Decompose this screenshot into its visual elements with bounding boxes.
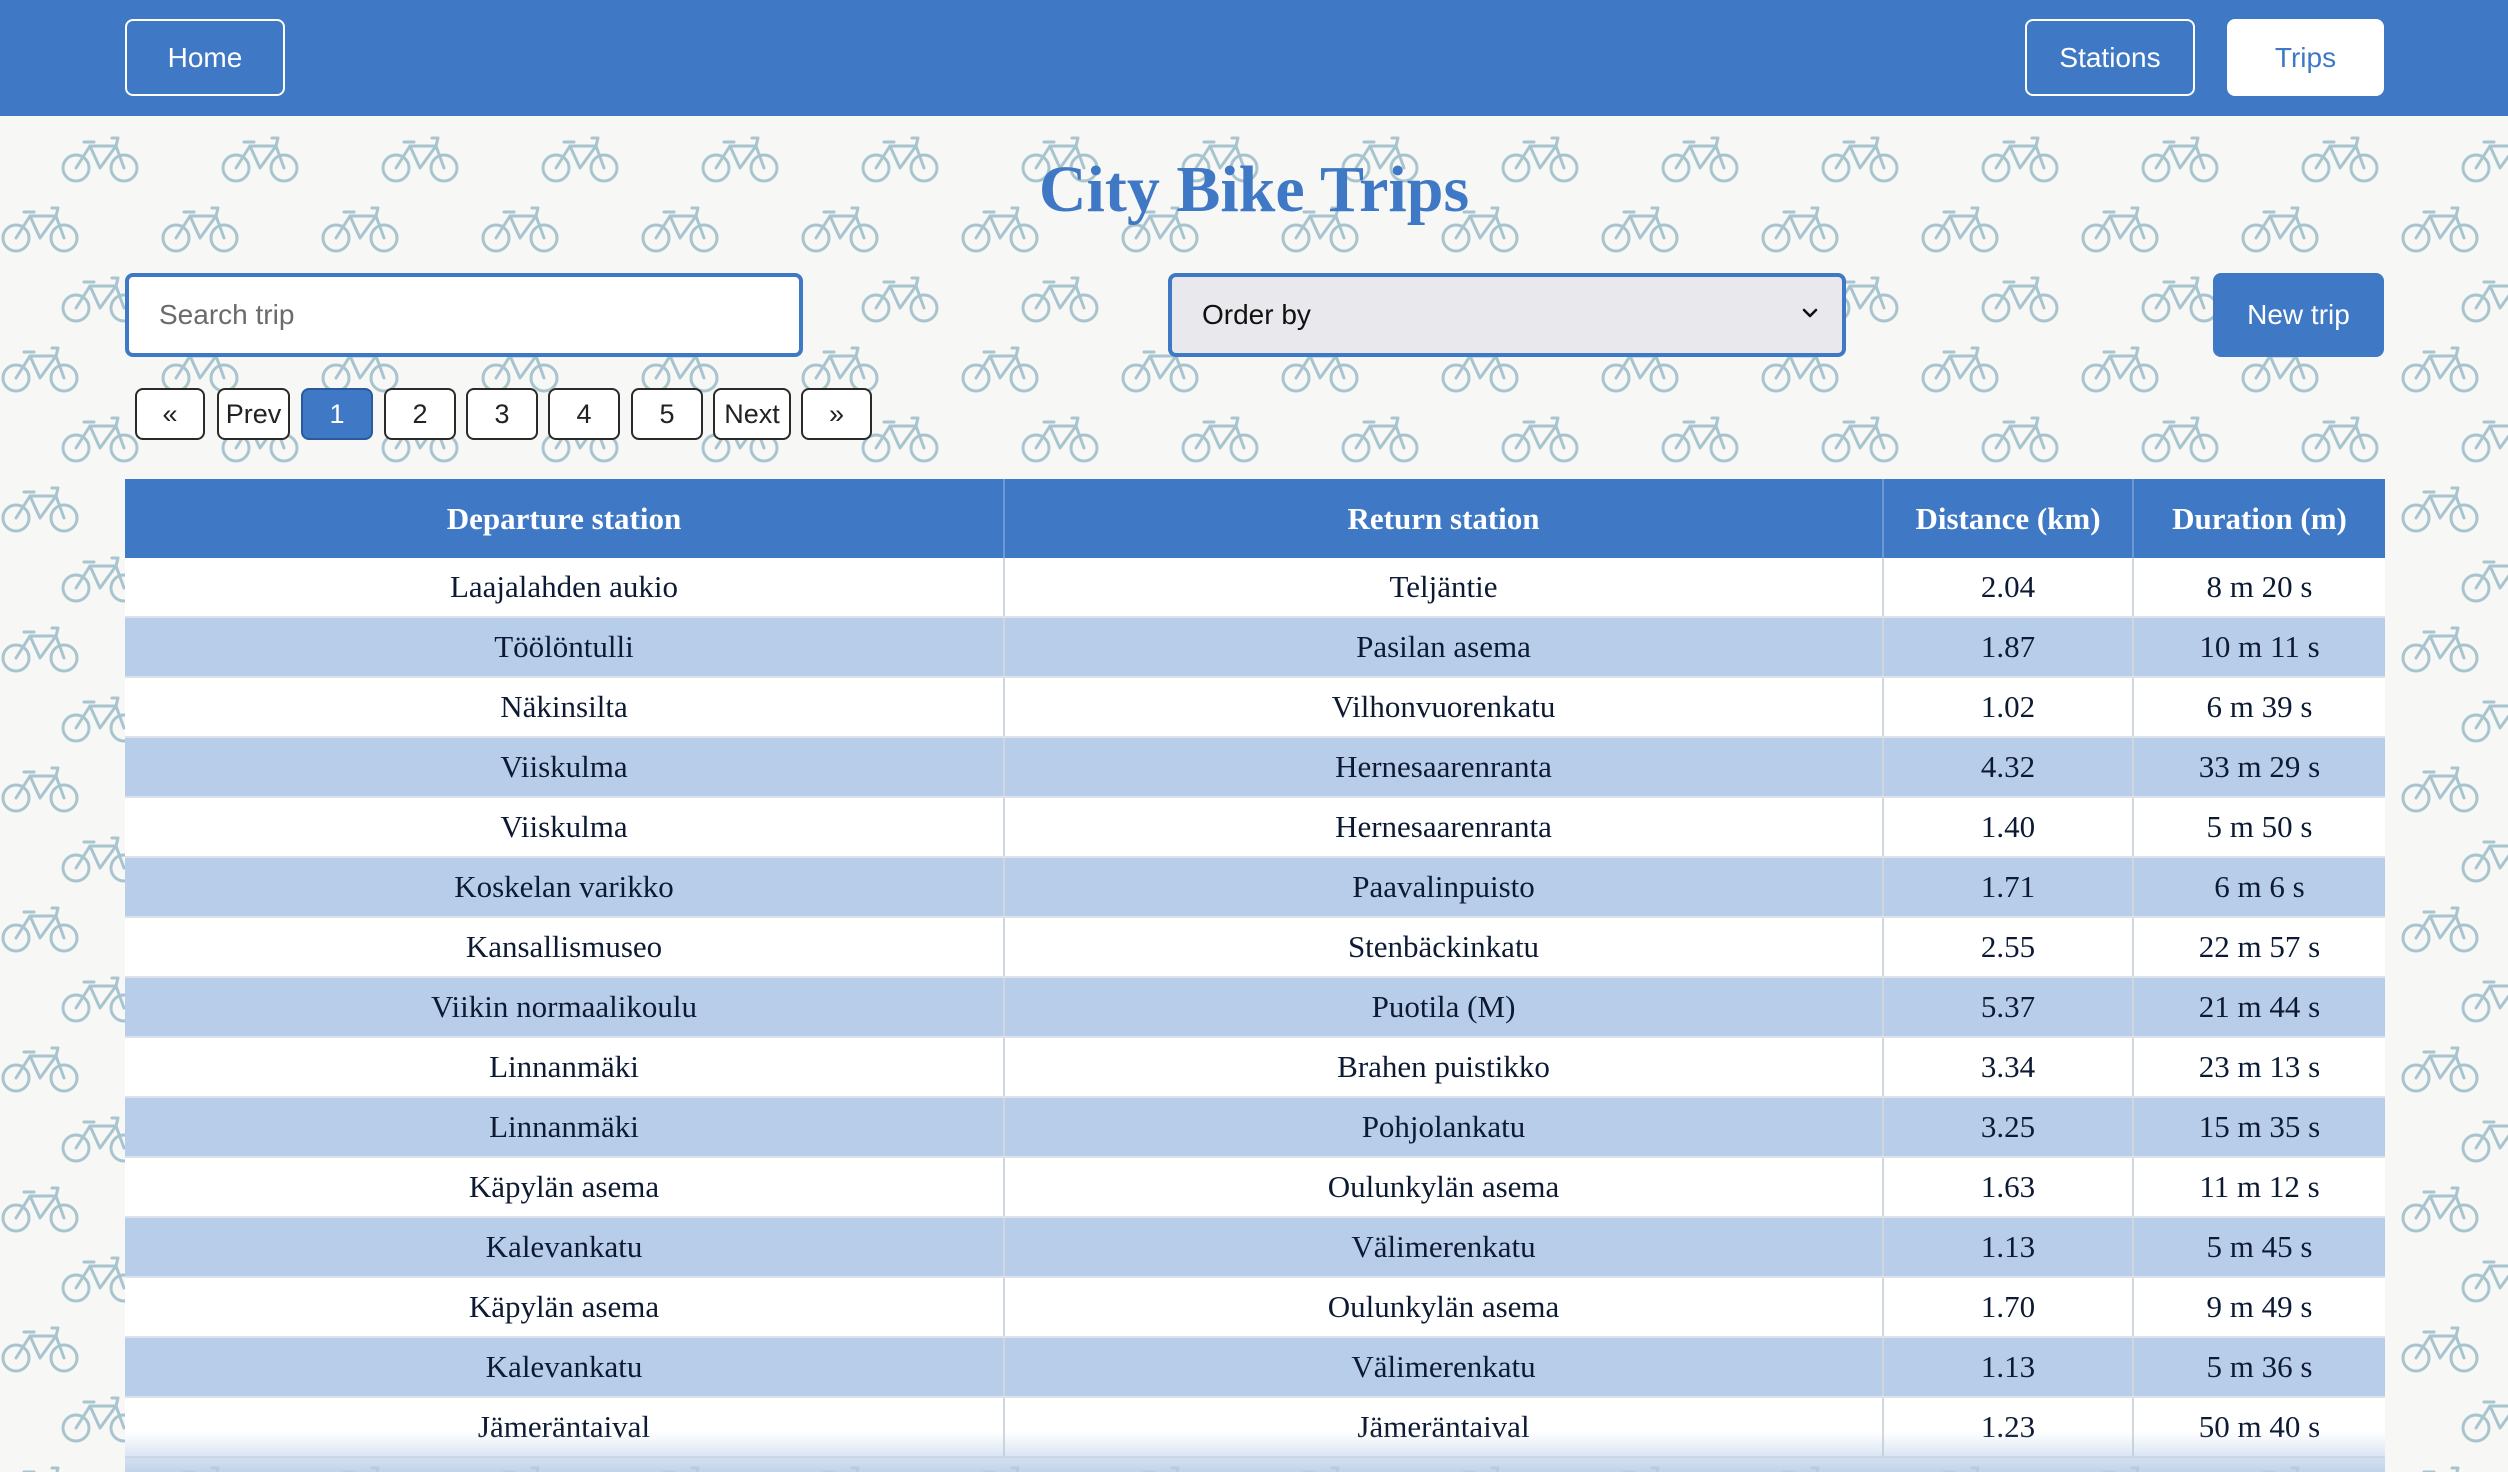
return-station-cell: Hernesaarenranta (1004, 737, 1884, 798)
duration-cell: 11 m 12 s (2133, 1157, 2385, 1218)
return-station-cell: Vilhonvuorenkatu (1004, 677, 1884, 738)
table-row[interactable]: Viiskulma Hernesaarenranta 4.32 33 m 29 … (125, 737, 2385, 798)
return-station-cell: Oulunkylän asema (1004, 1277, 1884, 1338)
return-station-cell: Välimerenkatu (1004, 1337, 1884, 1398)
page-4-button[interactable]: 4 (548, 388, 620, 440)
duration-cell: 5 m 45 s (2133, 1217, 2385, 1278)
trips-table: Departure station Return station Distanc… (125, 479, 2385, 1458)
table-row[interactable]: Kansallismuseo Stenbäckinkatu 2.55 22 m … (125, 917, 2385, 978)
last-page-button[interactable]: » (801, 388, 872, 440)
duration-cell: 22 m 57 s (2133, 917, 2385, 978)
departure-station-cell: Laajalahden aukio (125, 558, 1005, 618)
distance-cell: 1.63 (1883, 1157, 2134, 1218)
page-1-button[interactable]: 1 (301, 388, 373, 440)
distance-cell: 1.40 (1883, 797, 2134, 858)
departure-station-cell: Kalevankatu (125, 1337, 1005, 1398)
table-row[interactable]: Koskelan varikko Paavalinpuisto 1.71 6 m… (125, 857, 2385, 918)
search-trip-input[interactable] (125, 273, 803, 357)
duration-cell: 33 m 29 s (2133, 737, 2385, 798)
distance-cell: 3.25 (1883, 1097, 2134, 1158)
duration-cell: 8 m 20 s (2133, 558, 2385, 618)
departure-station-cell: Linnanmäki (125, 1037, 1005, 1098)
return-station-cell: Hernesaarenranta (1004, 797, 1884, 858)
distance-cell: 5.37 (1883, 977, 2134, 1038)
first-page-button[interactable]: « (135, 388, 205, 440)
page-5-button[interactable]: 5 (631, 388, 703, 440)
duration-header[interactable]: Duration (m) (2133, 479, 2385, 558)
return-station-cell: Pohjolankatu (1004, 1097, 1884, 1158)
duration-cell: 5 m 50 s (2133, 797, 2385, 858)
table-row[interactable]: Laajalahden aukio Teljäntie 2.04 8 m 20 … (125, 558, 2385, 618)
page-3-button[interactable]: 3 (466, 388, 538, 440)
distance-cell: 1.13 (1883, 1217, 2134, 1278)
table-row[interactable]: Töölöntulli Pasilan asema 1.87 10 m 11 s (125, 617, 2385, 678)
next-page-button[interactable]: Next (713, 388, 791, 440)
page-2-button[interactable]: 2 (384, 388, 456, 440)
distance-cell: 2.04 (1883, 558, 2134, 618)
order-by-selected-value: Order by (1202, 299, 1311, 330)
distance-cell: 2.55 (1883, 917, 2134, 978)
departure-station-cell: Viiskulma (125, 737, 1005, 798)
trips-nav-button[interactable]: Trips (2227, 19, 2384, 96)
distance-cell: 1.71 (1883, 857, 2134, 918)
departure-station-cell: Näkinsilta (125, 677, 1005, 738)
return-station-cell: Brahen puistikko (1004, 1037, 1884, 1098)
table-row[interactable]: Viiskulma Hernesaarenranta 1.40 5 m 50 s (125, 797, 2385, 858)
distance-cell: 1.02 (1883, 677, 2134, 738)
departure-station-cell: Käpylän asema (125, 1277, 1005, 1338)
distance-cell: 1.87 (1883, 617, 2134, 678)
table-row[interactable]: Kalevankatu Välimerenkatu 1.13 5 m 36 s (125, 1337, 2385, 1398)
duration-cell: 6 m 6 s (2133, 857, 2385, 918)
departure-station-cell: Töölöntulli (125, 617, 1005, 678)
return-station-header[interactable]: Return station (1004, 479, 1884, 558)
duration-cell: 23 m 13 s (2133, 1037, 2385, 1098)
departure-station-cell: Linnanmäki (125, 1097, 1005, 1158)
table-row[interactable]: Linnanmäki Brahen puistikko 3.34 23 m 13… (125, 1037, 2385, 1098)
duration-cell: 6 m 39 s (2133, 677, 2385, 738)
duration-cell: 5 m 36 s (2133, 1337, 2385, 1398)
table-row[interactable]: Käpylän asema Oulunkylän asema 1.63 11 m… (125, 1157, 2385, 1218)
departure-station-cell: Käpylän asema (125, 1157, 1005, 1218)
table-header-row: Departure station Return station Distanc… (125, 479, 2385, 558)
departure-station-header[interactable]: Departure station (125, 479, 1005, 558)
duration-cell: 15 m 35 s (2133, 1097, 2385, 1158)
departure-station-cell: Koskelan varikko (125, 857, 1005, 918)
departure-station-cell: Viikin normaalikoulu (125, 977, 1005, 1038)
table-scroll-fade (125, 1432, 2385, 1472)
new-trip-button[interactable]: New trip (2213, 273, 2384, 357)
return-station-cell: Stenbäckinkatu (1004, 917, 1884, 978)
table-row[interactable]: Näkinsilta Vilhonvuorenkatu 1.02 6 m 39 … (125, 677, 2385, 738)
stations-nav-button[interactable]: Stations (2025, 19, 2195, 96)
return-station-cell: Paavalinpuisto (1004, 857, 1884, 918)
chevron-down-icon (1802, 308, 1818, 318)
duration-cell: 21 m 44 s (2133, 977, 2385, 1038)
table-row[interactable]: Kalevankatu Välimerenkatu 1.13 5 m 45 s (125, 1217, 2385, 1278)
distance-header[interactable]: Distance (km) (1883, 479, 2134, 558)
duration-cell: 9 m 49 s (2133, 1277, 2385, 1338)
table-row[interactable]: Käpylän asema Oulunkylän asema 1.70 9 m … (125, 1277, 2385, 1338)
prev-page-button[interactable]: Prev (217, 388, 290, 440)
home-nav-button[interactable]: Home (125, 19, 285, 96)
top-navbar: Home Stations Trips (0, 0, 2508, 116)
return-station-cell: Pasilan asema (1004, 617, 1884, 678)
departure-station-cell: Kalevankatu (125, 1217, 1005, 1278)
return-station-cell: Teljäntie (1004, 558, 1884, 618)
return-station-cell: Välimerenkatu (1004, 1217, 1884, 1278)
return-station-cell: Oulunkylän asema (1004, 1157, 1884, 1218)
departure-station-cell: Viiskulma (125, 797, 1005, 858)
return-station-cell: Puotila (M) (1004, 977, 1884, 1038)
distance-cell: 1.70 (1883, 1277, 2134, 1338)
order-by-select[interactable]: Order by (1168, 273, 1846, 357)
table-row[interactable]: Viikin normaalikoulu Puotila (M) 5.37 21… (125, 977, 2385, 1038)
page-title: City Bike Trips (1038, 153, 1470, 226)
distance-cell: 3.34 (1883, 1037, 2134, 1098)
distance-cell: 4.32 (1883, 737, 2134, 798)
table-row[interactable]: Linnanmäki Pohjolankatu 3.25 15 m 35 s (125, 1097, 2385, 1158)
duration-cell: 10 m 11 s (2133, 617, 2385, 678)
departure-station-cell: Kansallismuseo (125, 917, 1005, 978)
distance-cell: 1.13 (1883, 1337, 2134, 1398)
